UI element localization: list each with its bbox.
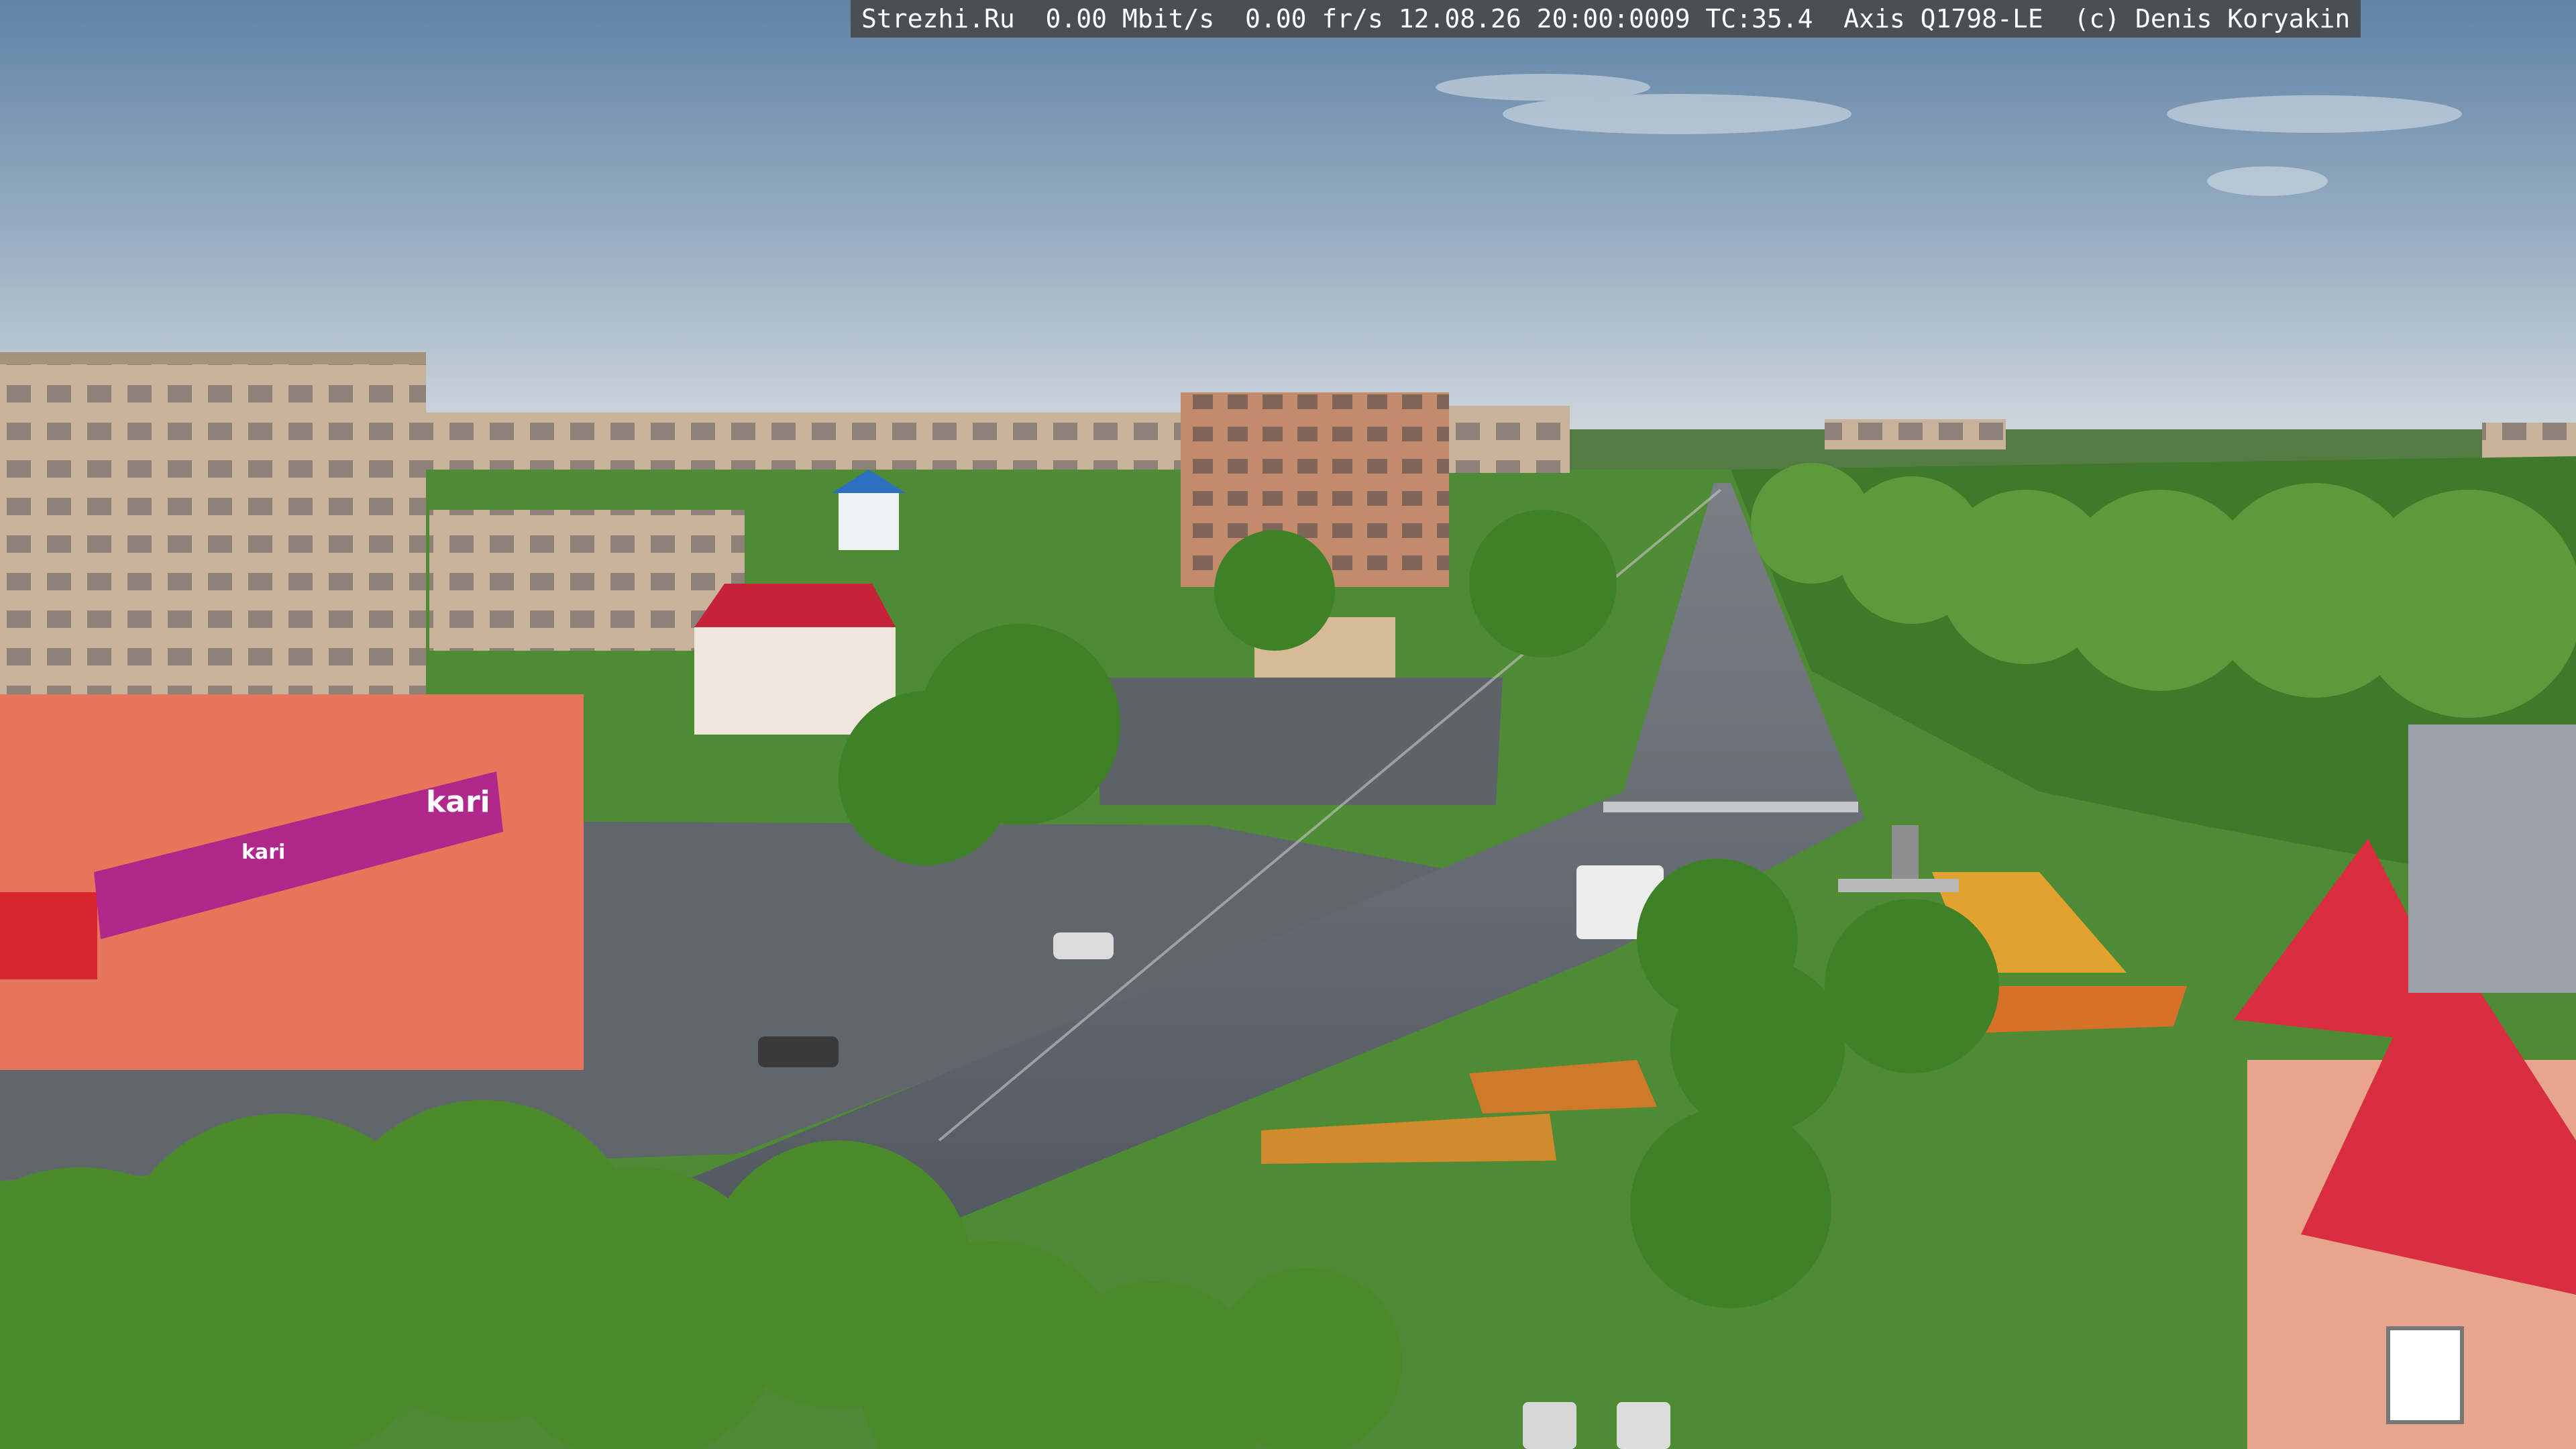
overlay-copyright: (c) Denis Koryakin (2074, 4, 2351, 34)
overlay-framerate: 0.00 fr/s (1244, 4, 1383, 34)
kari-sign-small: kari (241, 841, 285, 864)
overlay-bitrate: 0.00 Mbit/s (1045, 4, 1215, 34)
overlay-site: Strezhi.Ru (861, 4, 1015, 34)
red-roof-building (694, 584, 896, 735)
overlay-datetime: 12.08.26 20:00:0009 (1398, 4, 1690, 34)
overlay-temperature: TC:35.4 (1705, 4, 1813, 34)
plaza-parking (1093, 678, 1503, 805)
overlay-camera: Axis Q1798-LE (1843, 4, 2043, 34)
grey-building-right (2408, 724, 2576, 993)
webcam-scene: kari kari (0, 0, 2576, 1449)
camera-overlay-bar: Strezhi.Ru 0.00 Mbit/s 0.00 fr/s 12.08.2… (851, 0, 2361, 38)
crosswalk (1603, 802, 1858, 812)
store-building: kari kari (0, 694, 584, 1070)
kari-sign: kari (426, 785, 490, 819)
